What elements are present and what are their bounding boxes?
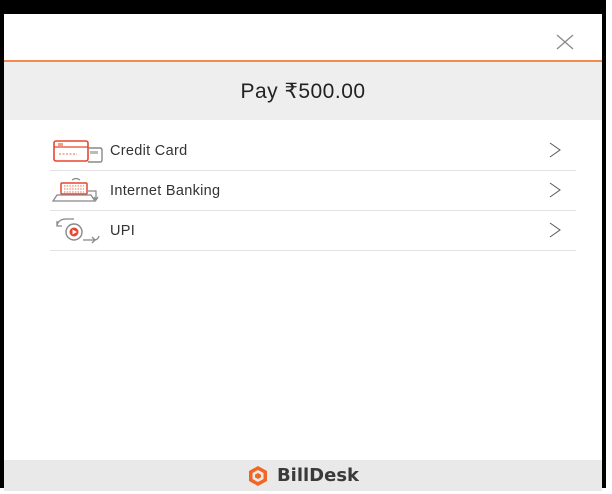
brand-footer: BillDesk bbox=[4, 460, 602, 491]
method-upi[interactable]: UPI bbox=[50, 211, 576, 251]
pay-amount-banner: Pay ₹500.00 bbox=[4, 62, 602, 120]
chevron-right-icon bbox=[549, 222, 561, 238]
pay-amount-text: Pay ₹500.00 bbox=[240, 79, 366, 103]
window-top-strip bbox=[4, 3, 602, 14]
chevron-right-icon bbox=[549, 142, 561, 158]
method-label: UPI bbox=[110, 222, 136, 239]
upi-icon bbox=[50, 216, 110, 246]
payment-window: Pay ₹500.00 Credit Card Internet Banking… bbox=[0, 0, 606, 491]
method-credit-card[interactable]: Credit Card bbox=[50, 131, 576, 171]
dialog-header bbox=[4, 11, 602, 62]
credit-card-icon bbox=[50, 136, 110, 166]
method-label: Credit Card bbox=[110, 142, 188, 159]
method-label: Internet Banking bbox=[110, 182, 221, 199]
close-icon[interactable] bbox=[554, 31, 576, 53]
internet-banking-icon bbox=[50, 176, 110, 206]
billdesk-logo-icon bbox=[248, 465, 267, 486]
billdesk-logo: BillDesk bbox=[247, 465, 359, 487]
method-internet-banking[interactable]: Internet Banking bbox=[50, 171, 576, 211]
brand-name: BillDesk bbox=[276, 465, 360, 486]
payment-methods-list: Credit Card Internet Banking UPI bbox=[50, 131, 576, 251]
chevron-right-icon bbox=[549, 182, 561, 198]
